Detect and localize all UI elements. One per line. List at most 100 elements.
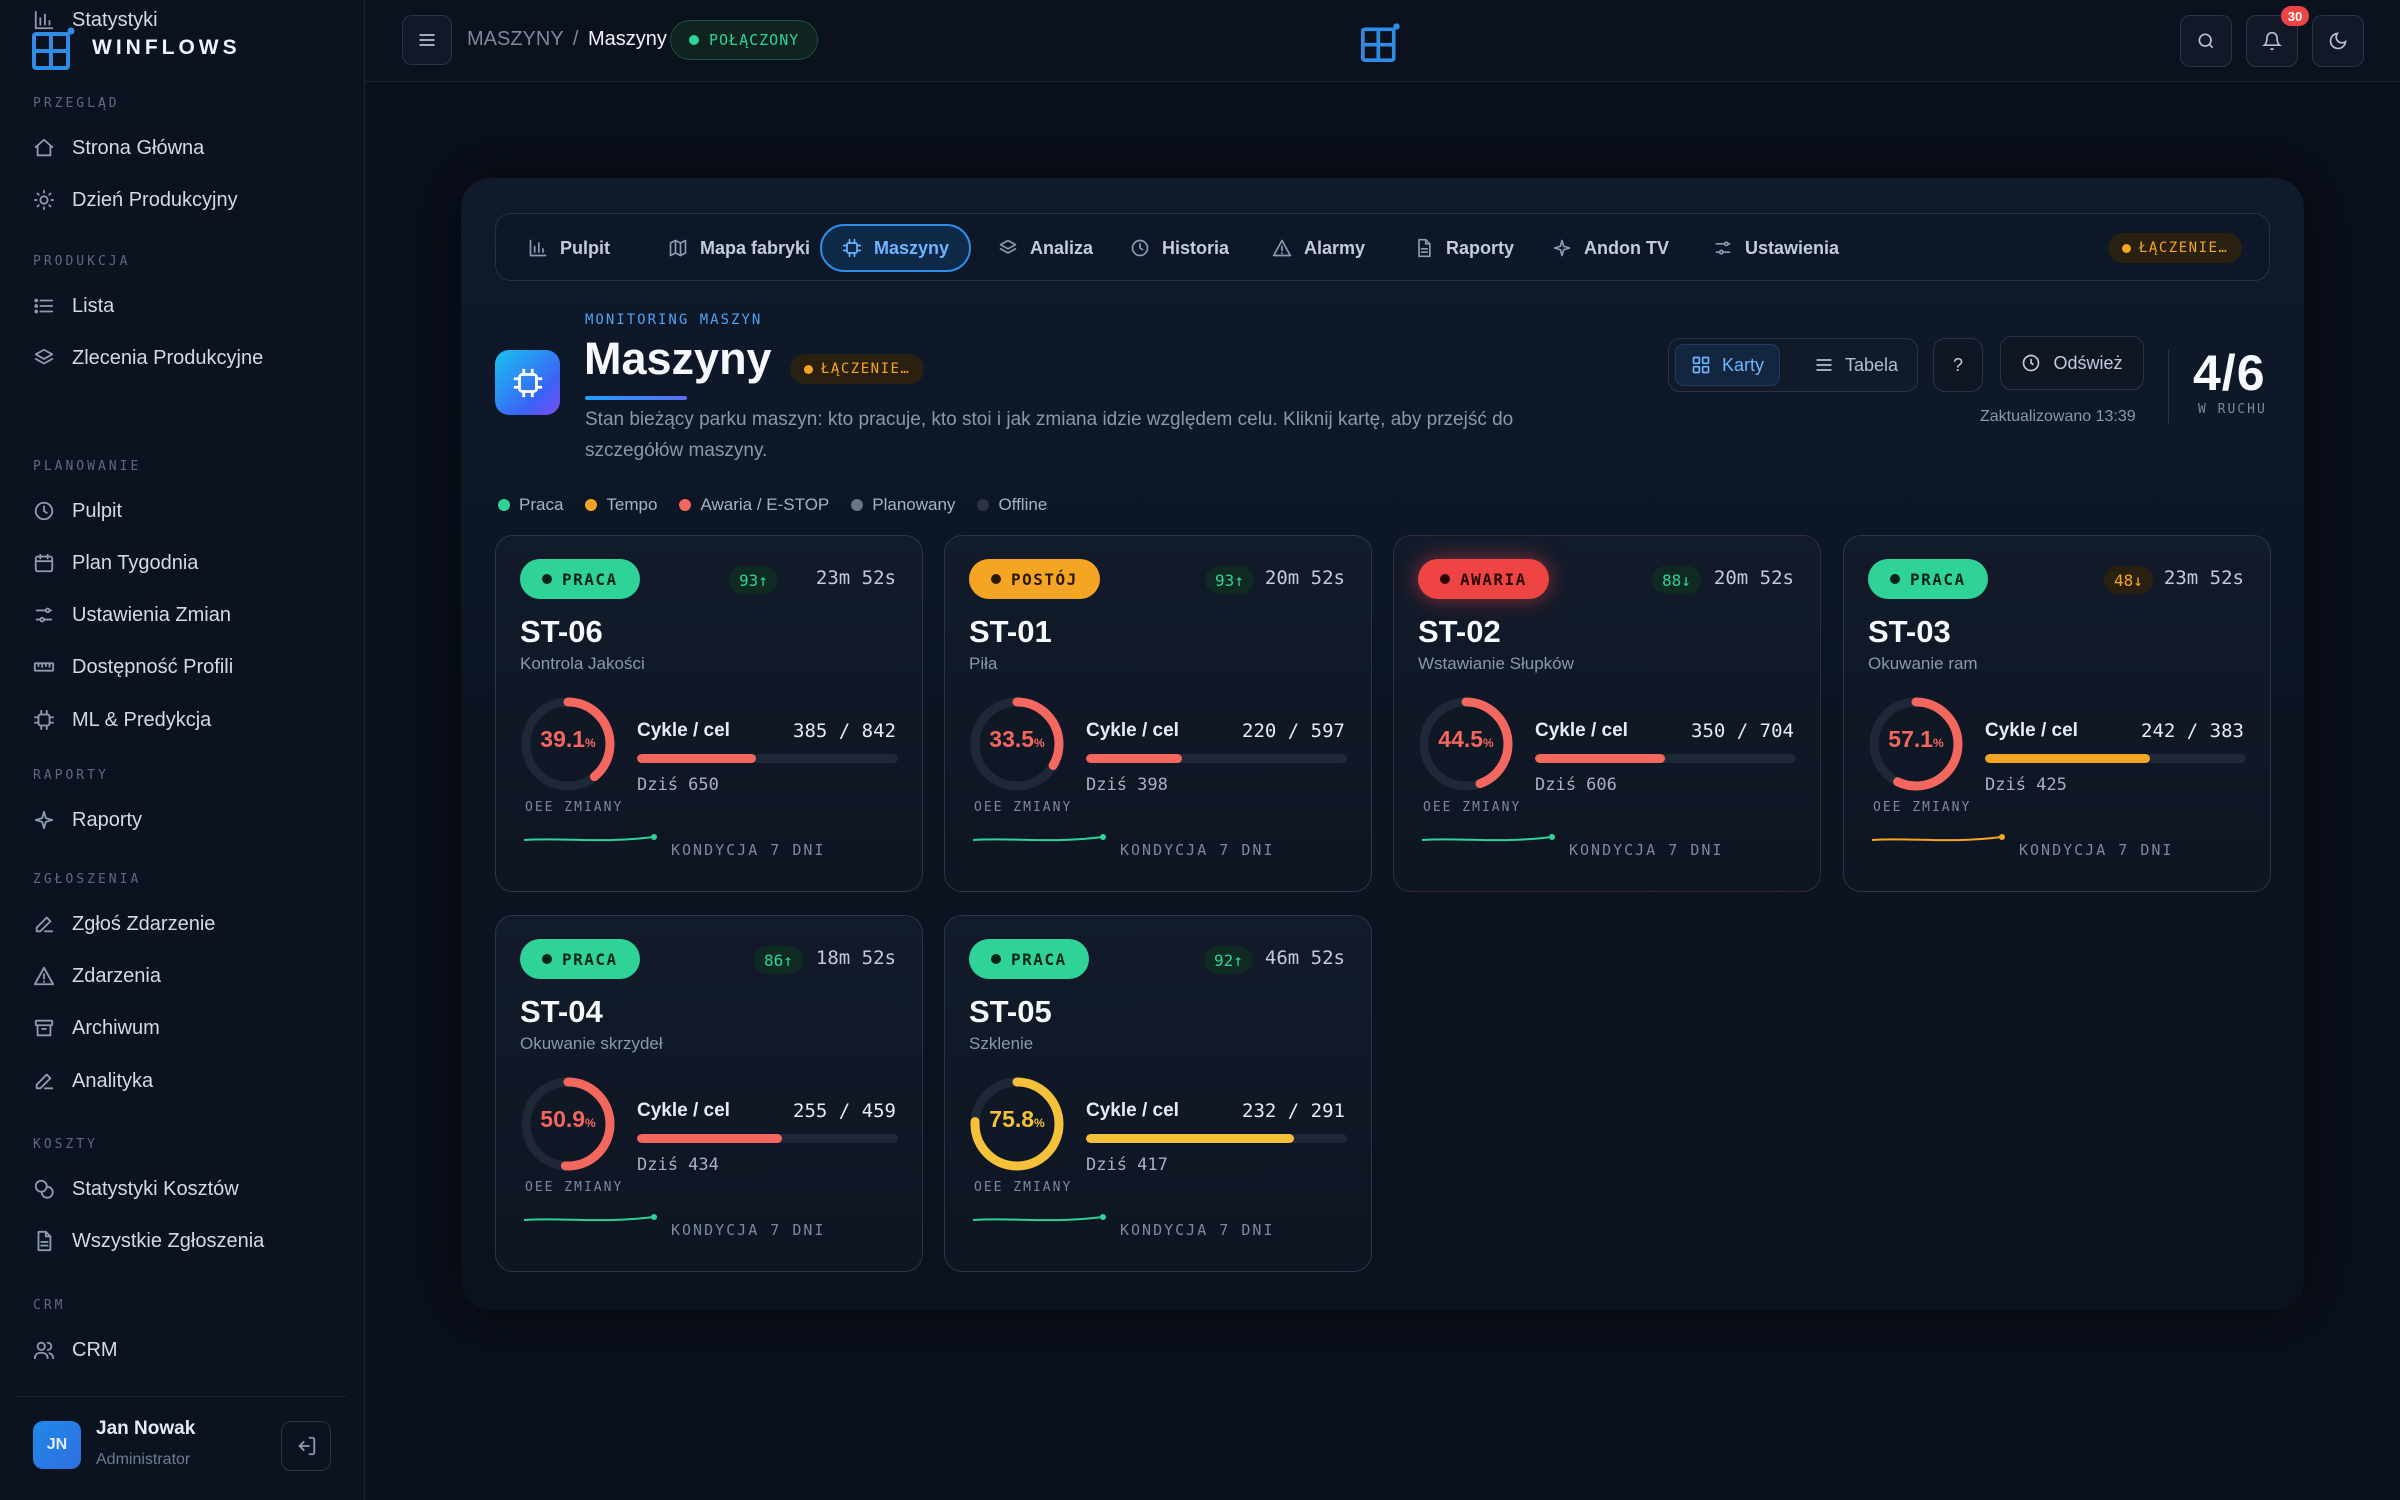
help-button[interactable]: ? [1933,338,1983,392]
theme-toggle-button[interactable] [2312,15,2364,67]
machine-id: ST-03 [1868,614,1951,649]
health-score-badge: 93 ↑ [729,566,778,594]
warning-icon [1272,239,1292,257]
notification-count-badge: 30 [2281,6,2309,26]
notifications-button[interactable]: 30 [2246,6,2309,67]
sidebar-item[interactable]: Ustawienia Zmian [33,595,343,635]
logout-icon [298,1436,316,1456]
today-count: Dziś 417 [1086,1155,1168,1175]
machine-status-badge: PRACA [969,939,1089,979]
sidebar-item[interactable]: Dostępność Profili [33,647,343,687]
machine-card[interactable]: PRACA 48 ↓ 23m 52s ST-03 Okuwanie ram 57.… [1843,535,2271,892]
cycles-label: Cykle / cel [1985,720,2078,741]
sparkline-path [523,836,655,842]
sidebar-item[interactable]: Strona Główna [33,128,343,168]
view-table-button[interactable]: Tabela [1799,344,1913,386]
search-button[interactable] [2180,15,2232,67]
cycles-label: Cykle / cel [637,1100,730,1121]
tab[interactable]: Mapa fabryki [648,224,830,272]
center-logo [1361,22,1401,62]
status-dot [542,574,552,584]
sidebar-item[interactable]: Dzień Produkcyjny [33,180,343,220]
sidebar-item-label: ML & Predykcja [72,708,212,731]
legend-label: Tempo [606,495,658,514]
cycles-value: 220 / 597 [1242,720,1345,742]
tab[interactable]: Pulpit [508,224,630,272]
view-cards-button[interactable]: Karty [1675,344,1781,386]
sidebar-item[interactable]: ML & Predykcja [33,700,343,740]
document-icon [37,1230,52,1252]
cycles-value: 350 / 704 [1691,720,1794,742]
header-status-label: ŁĄCZENIE… [821,361,911,377]
archive-icon [34,1019,54,1037]
sidebar-item[interactable]: Wszystkie Zgłoszenia [33,1221,343,1261]
refresh-button[interactable]: Odśwież [2000,336,2144,390]
sidebar-item[interactable]: Pulpit [33,491,343,531]
machine-card[interactable]: POSTÓJ 93 ↑ 20m 52s ST-01 Piła 33.5% OEE … [944,535,1372,892]
sidebar-section-title: PLANOWANIE [33,459,142,474]
logout-button[interactable] [281,1421,331,1471]
sidebar-item[interactable]: Lista [33,286,343,326]
view-toggle: Karty Tabela [1668,338,1918,392]
breadcrumb-parent[interactable]: MASZYNY [467,28,563,50]
tab-label: Analiza [1030,237,1094,258]
clock-icon [2023,354,2040,372]
cycles-progress-fill [1535,754,1665,763]
machine-card[interactable]: PRACA 93 ↑ 23m 52s ST-06 Kontrola Jakości… [495,535,923,892]
oee-unit: % [1034,736,1045,750]
home-icon [34,138,54,157]
sidebar-item[interactable]: Statystyki [33,0,343,40]
machine-card[interactable]: PRACA 92 ↑ 46m 52s ST-05 Szklenie 75.8% O… [944,915,1372,1272]
machine-operation: Szklenie [969,1034,1034,1053]
condition-sparkline [523,1214,657,1222]
tab[interactable]: Analiza [978,224,1113,272]
connection-status-label: POŁĄCZONY [709,31,800,49]
list-icon [34,298,54,314]
sidebar-item[interactable]: Zlecenia Produkcyjne [33,338,343,378]
health-score-badge: 86 ↑ [754,946,803,974]
cycles-label: Cykle / cel [1086,720,1179,741]
page-title: Maszyny [584,333,772,384]
sidebar-item[interactable]: CRM [33,1330,343,1370]
sidebar-section-title: KOSZTY [33,1137,98,1152]
sidebar-item[interactable]: Plan Tygodnia [33,543,343,583]
sidebar-item[interactable]: Raporty [33,800,343,840]
breadcrumb: MASZYNY / Maszyny [467,28,667,51]
sidebar-item[interactable]: Zdarzenia [33,956,343,996]
status-dot [689,35,699,45]
sidebar-item-label: Zgłoś Zdarzenie [72,912,216,935]
tab[interactable]: Historia [1110,224,1249,272]
sidebar-item[interactable]: Analityka [33,1061,343,1101]
sparkline-end-dot [1100,1214,1106,1220]
sidebar-item[interactable]: Archiwum [33,1008,343,1048]
sparkline-end-dot [1100,834,1106,840]
cycles-value: 255 / 459 [793,1100,896,1122]
tab[interactable]: Alarmy [1252,224,1385,272]
legend-dot [679,499,692,511]
oee-number: 75.8 [989,1106,1035,1132]
menu-button[interactable] [402,15,452,65]
tab[interactable]: Ustawienia [1693,224,1859,272]
status-duration: 46m 52s [1264,947,1345,969]
sidebar-item[interactable]: Statystyki Kosztów [33,1169,343,1209]
sidebar-item-label: Zlecenia Produkcyjne [72,346,264,369]
today-count: Dziś 434 [637,1155,719,1175]
machine-card[interactable]: PRACA 86 ↑ 18m 52s ST-04 Okuwanie skrzyde… [495,915,923,1272]
health-score-badge: 48 ↓ [2104,566,2153,594]
tabs-connection-status: ŁĄCZENIE… [2108,233,2243,263]
avatar[interactable]: JN [33,1421,81,1469]
health-trend-arrow: ↑ [1233,950,1243,970]
machine-id: ST-02 [1418,614,1501,649]
tab[interactable]: Maszyny [820,224,972,272]
tab[interactable]: Andon TV [1532,224,1689,272]
grid-icon [1692,356,1710,374]
sidebar-item[interactable]: Zgłoś Zdarzenie [33,904,343,944]
health-score-badge: 93 ↑ [1205,566,1254,594]
tab[interactable]: Raporty [1394,224,1534,272]
user-role: Administrator [96,1451,191,1468]
machine-card[interactable]: AWARIA 88 ↓ 20m 52s ST-02 Wstawianie Słup… [1393,535,1821,892]
sparkline-path [972,836,1104,842]
legend-label: Planowany [872,495,956,514]
machine-id: ST-05 [969,994,1052,1029]
machine-status-label: AWARIA [1460,569,1527,589]
